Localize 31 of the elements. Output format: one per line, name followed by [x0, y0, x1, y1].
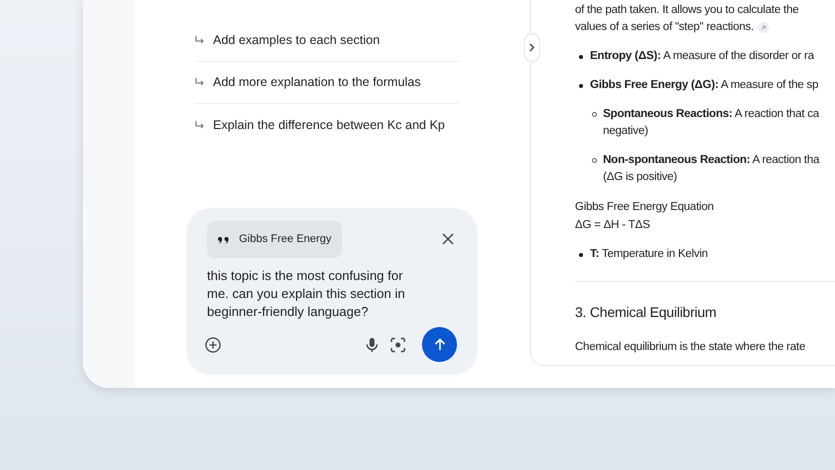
equation-text: ΔG = ΔH - TΔS — [575, 218, 651, 233]
sub-bullet-text: (ΔG is positive) — [603, 170, 678, 185]
collapse-button[interactable] — [524, 33, 540, 62]
reply-arrow-icon — [195, 120, 205, 130]
quote-icon — [218, 235, 230, 244]
suggestion-item[interactable]: Explain the difference between Kc and Kp — [195, 116, 445, 134]
paragraph-line: values of a series of "step" reactions. — [575, 20, 754, 35]
suggestion-item[interactable]: Add more explanation to the formulas — [195, 73, 421, 92]
suggestion-item[interactable]: Add examples to each section — [195, 31, 380, 50]
paragraph-line: Chemical equilibrium is the state where the rate — [575, 340, 806, 356]
equation-title: Gibbs Free Energy Equation — [575, 200, 715, 215]
section-heading: 3. Chemical Equilibrium — [575, 304, 716, 320]
reply-arrow-icon — [195, 78, 205, 87]
paragraph-line: of the path taken. It allows you to calculate the — [575, 3, 799, 18]
bullet-text: Entropy (ΔS): A measure of the disorder or ra — [590, 49, 814, 64]
add-button[interactable] — [205, 336, 221, 352]
sub-bullet-text: negative) — [603, 124, 650, 139]
bullet-text: Gibbs Free Energy (ΔG): A measure of the sp — [590, 78, 818, 93]
quote-text: Gibbs Free Energy — [239, 232, 332, 248]
camera-button[interactable] — [390, 336, 406, 352]
citation-icon[interactable] — [758, 22, 769, 33]
bullet-text: T: Temperature in Kelvin — [590, 247, 708, 262]
reply-arrow-icon — [195, 36, 205, 45]
send-button[interactable] — [422, 327, 457, 362]
close-button[interactable] — [442, 233, 454, 245]
sub-bullet-text: Non-spontaneous Reaction: A reaction tha — [603, 153, 820, 168]
message-input[interactable]: this topic is the most confusing for me. can you explain this section in beginner-friendly language? — [207, 267, 419, 321]
chevron-right-icon — [529, 43, 535, 52]
sub-bullet-text: Spontaneous Reactions: A reaction that ca — [603, 107, 819, 122]
up-arrow-icon — [434, 338, 446, 351]
microphone-button[interactable] — [366, 336, 378, 352]
